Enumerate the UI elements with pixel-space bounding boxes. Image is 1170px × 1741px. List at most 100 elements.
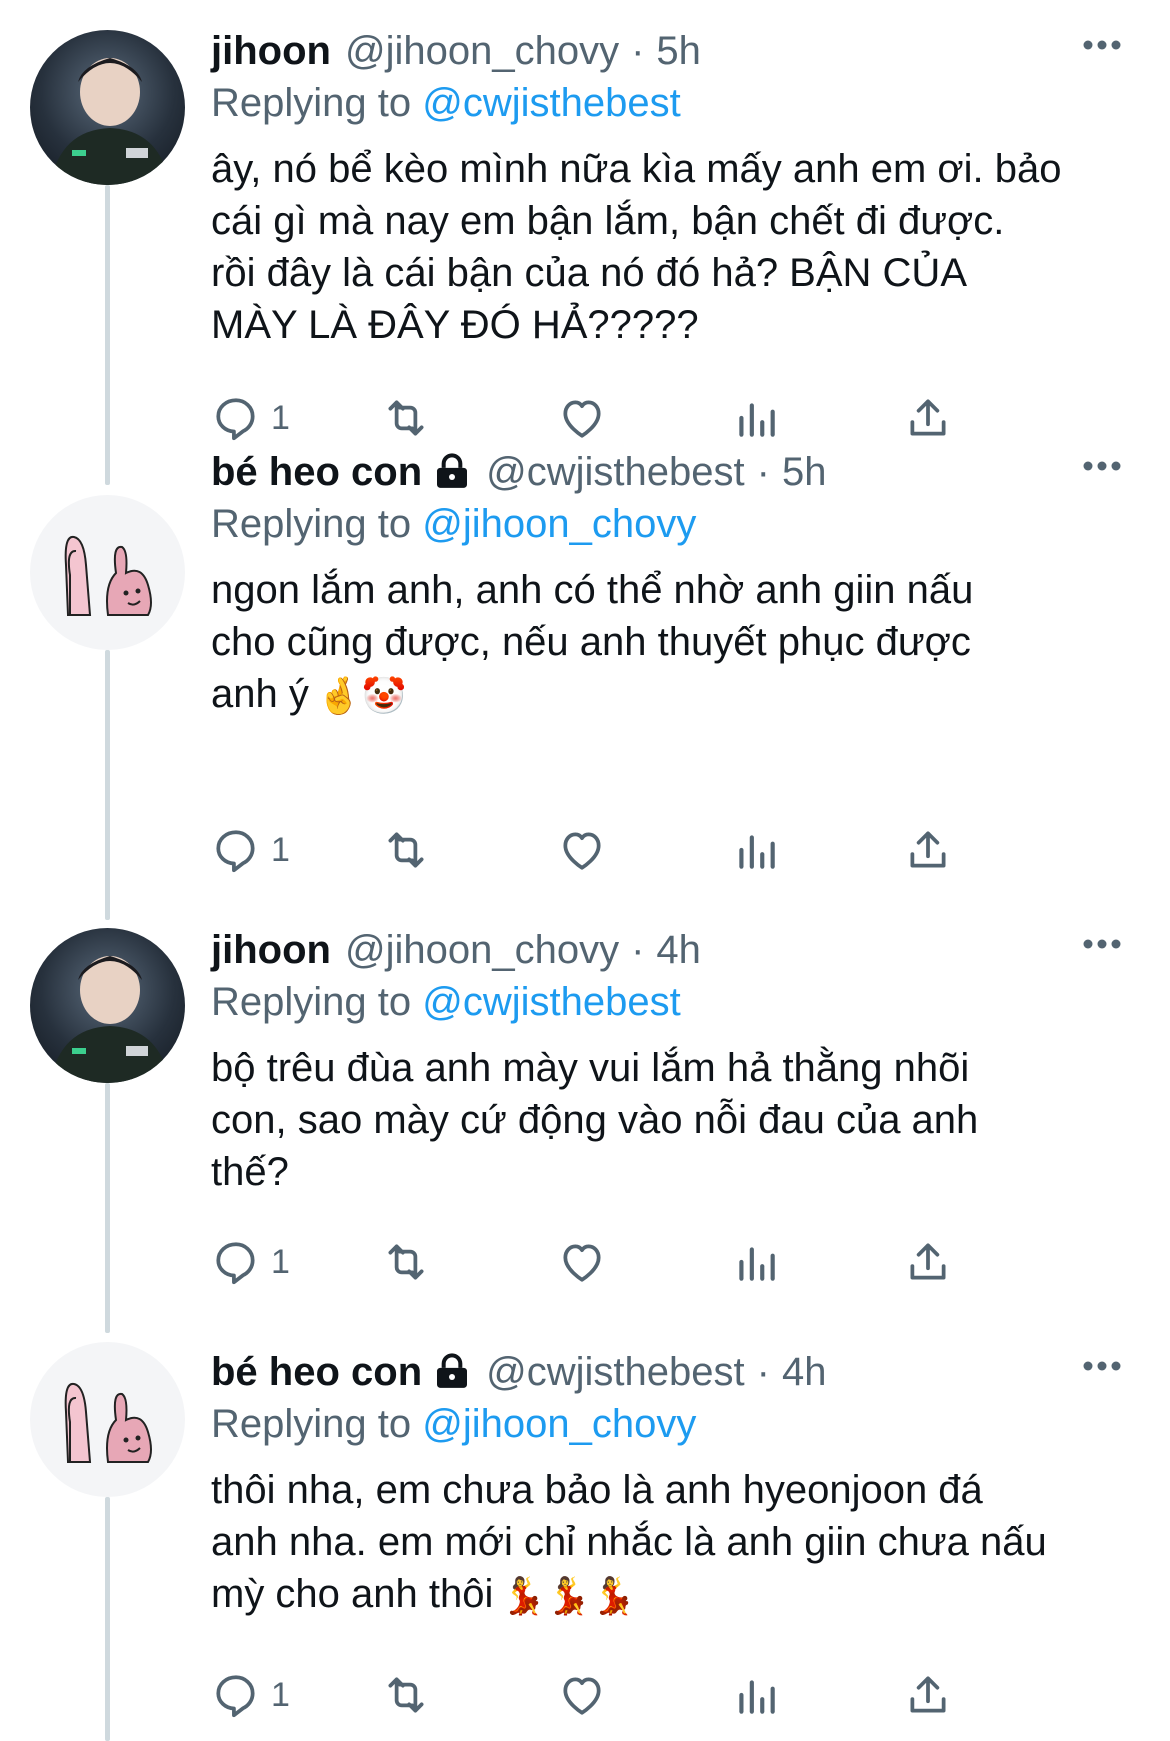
analytics-button[interactable] <box>731 388 781 448</box>
emoji: 💃💃💃 <box>501 1575 636 1617</box>
tweet-header: jihoon @jihoon_chovy · 4h <box>211 924 1130 976</box>
share-button[interactable] <box>903 820 953 880</box>
share-icon <box>910 399 946 436</box>
analytics-icon <box>739 1680 775 1714</box>
reply-count: 1 <box>271 1675 290 1714</box>
retweet-button[interactable] <box>381 1665 431 1725</box>
reply-icon <box>216 1675 255 1718</box>
tweet-actions: 1 <box>211 388 1051 448</box>
user-handle[interactable]: @cwjisthebest <box>486 446 744 498</box>
replying-to-label: Replying to <box>211 980 423 1024</box>
share-icon <box>910 831 946 868</box>
replying-to: Replying to @jihoon_chovy <box>211 1398 1130 1450</box>
share-button[interactable] <box>903 1665 953 1725</box>
emoji: 🤞🤡 <box>316 675 407 717</box>
reply-icon <box>216 830 255 873</box>
replying-to-label: Replying to <box>211 502 423 546</box>
thread-line <box>105 1497 110 1741</box>
share-button[interactable] <box>903 388 953 448</box>
lock-icon <box>437 1353 468 1388</box>
retweet-icon <box>388 1677 424 1713</box>
more-icon[interactable] <box>1082 934 1122 954</box>
separator-dot: · <box>631 928 645 972</box>
retweet-button[interactable] <box>381 1232 431 1292</box>
analytics-icon <box>739 1247 775 1281</box>
analytics-button[interactable] <box>731 820 781 880</box>
replying-to: Replying to @cwjisthebest <box>211 976 1130 1028</box>
reply-button[interactable]: 1 <box>211 388 290 448</box>
tweet-header: jihoon @jihoon_chovy · 5h <box>211 25 1130 77</box>
thread-line <box>105 650 110 920</box>
analytics-icon <box>739 403 775 437</box>
tweet-header: bé heo con @cwjisthebest · 4h <box>211 1346 1130 1398</box>
like-icon <box>563 400 601 438</box>
avatar[interactable] <box>30 495 185 650</box>
like-icon <box>563 1677 601 1715</box>
like-icon <box>563 1244 601 1282</box>
tweet-actions: 1 <box>211 1232 1051 1292</box>
more-icon[interactable] <box>1082 456 1122 476</box>
retweet-icon <box>388 832 424 868</box>
avatar[interactable] <box>30 30 185 185</box>
tweet-text: thôi nha, em chưa bảo là anh hyeonjoon đ… <box>211 1464 1130 1622</box>
retweet-button[interactable] <box>381 388 431 448</box>
retweet-icon <box>388 1244 424 1280</box>
separator-dot: · <box>756 1350 770 1394</box>
share-icon <box>910 1243 946 1280</box>
reply-icon <box>216 398 255 441</box>
reply-count: 1 <box>271 830 290 869</box>
lock-icon <box>437 453 468 488</box>
more-icon[interactable] <box>1082 1356 1122 1376</box>
mention-link[interactable]: @cwjisthebest <box>422 980 680 1024</box>
mention-link[interactable]: @cwjisthebest <box>422 81 680 125</box>
display-name[interactable]: bé heo con <box>211 446 422 498</box>
user-handle[interactable]: @jihoon_chovy <box>345 924 619 976</box>
more-icon[interactable] <box>1082 35 1122 55</box>
analytics-button[interactable] <box>731 1232 781 1292</box>
reply-button[interactable]: 1 <box>211 1232 290 1292</box>
like-button[interactable] <box>557 388 607 448</box>
like-icon <box>563 832 601 870</box>
tweet-text: ây, nó bể kèo mình nữa kìa mấy anh em ơi… <box>211 147 1062 347</box>
reply-button[interactable]: 1 <box>211 1665 290 1725</box>
analytics-icon <box>739 835 775 869</box>
separator-dot: · <box>756 450 770 494</box>
timestamp[interactable]: 4h <box>656 924 701 976</box>
user-handle[interactable]: @cwjisthebest <box>486 1346 744 1398</box>
reply-icon <box>216 1242 255 1285</box>
replying-to-label: Replying to <box>211 81 423 125</box>
avatar[interactable] <box>30 928 185 1083</box>
display-name[interactable]: bé heo con <box>211 1346 422 1398</box>
jihoon-photo-avatar <box>50 58 170 185</box>
timestamp[interactable]: 5h <box>782 446 827 498</box>
display-name[interactable]: jihoon <box>211 25 331 77</box>
reply-button[interactable]: 1 <box>211 820 290 880</box>
jihoon-photo-avatar <box>50 956 170 1083</box>
like-button[interactable] <box>557 1232 607 1292</box>
tweet-text: ngon lắm anh, anh có thể nhờ anh giin nấ… <box>211 564 1130 722</box>
tweet-actions: 1 <box>211 1665 1051 1725</box>
thread-line <box>105 185 110 485</box>
replying-to: Replying to @cwjisthebest <box>211 77 1130 129</box>
like-button[interactable] <box>557 1665 607 1725</box>
user-handle[interactable]: @jihoon_chovy <box>345 25 619 77</box>
separator-dot: · <box>631 29 645 73</box>
display-name[interactable]: jihoon <box>211 924 331 976</box>
mention-link[interactable]: @jihoon_chovy <box>422 502 696 546</box>
bunny-cartoon-avatar <box>64 535 152 616</box>
analytics-button[interactable] <box>731 1665 781 1725</box>
retweet-icon <box>388 400 424 436</box>
mention-link[interactable]: @jihoon_chovy <box>422 1402 696 1446</box>
reply-count: 1 <box>271 1242 290 1281</box>
avatar[interactable] <box>30 1342 185 1497</box>
replying-to-label: Replying to <box>211 1402 423 1446</box>
tweet-header: bé heo con @cwjisthebest · 5h <box>211 446 1130 498</box>
like-button[interactable] <box>557 820 607 880</box>
reply-count: 1 <box>271 398 290 437</box>
timestamp[interactable]: 5h <box>656 25 701 77</box>
retweet-button[interactable] <box>381 820 431 880</box>
timestamp[interactable]: 4h <box>782 1346 827 1398</box>
bunny-cartoon-avatar <box>64 1382 152 1463</box>
tweet-actions: 1 <box>211 820 1051 880</box>
share-button[interactable] <box>903 1232 953 1292</box>
